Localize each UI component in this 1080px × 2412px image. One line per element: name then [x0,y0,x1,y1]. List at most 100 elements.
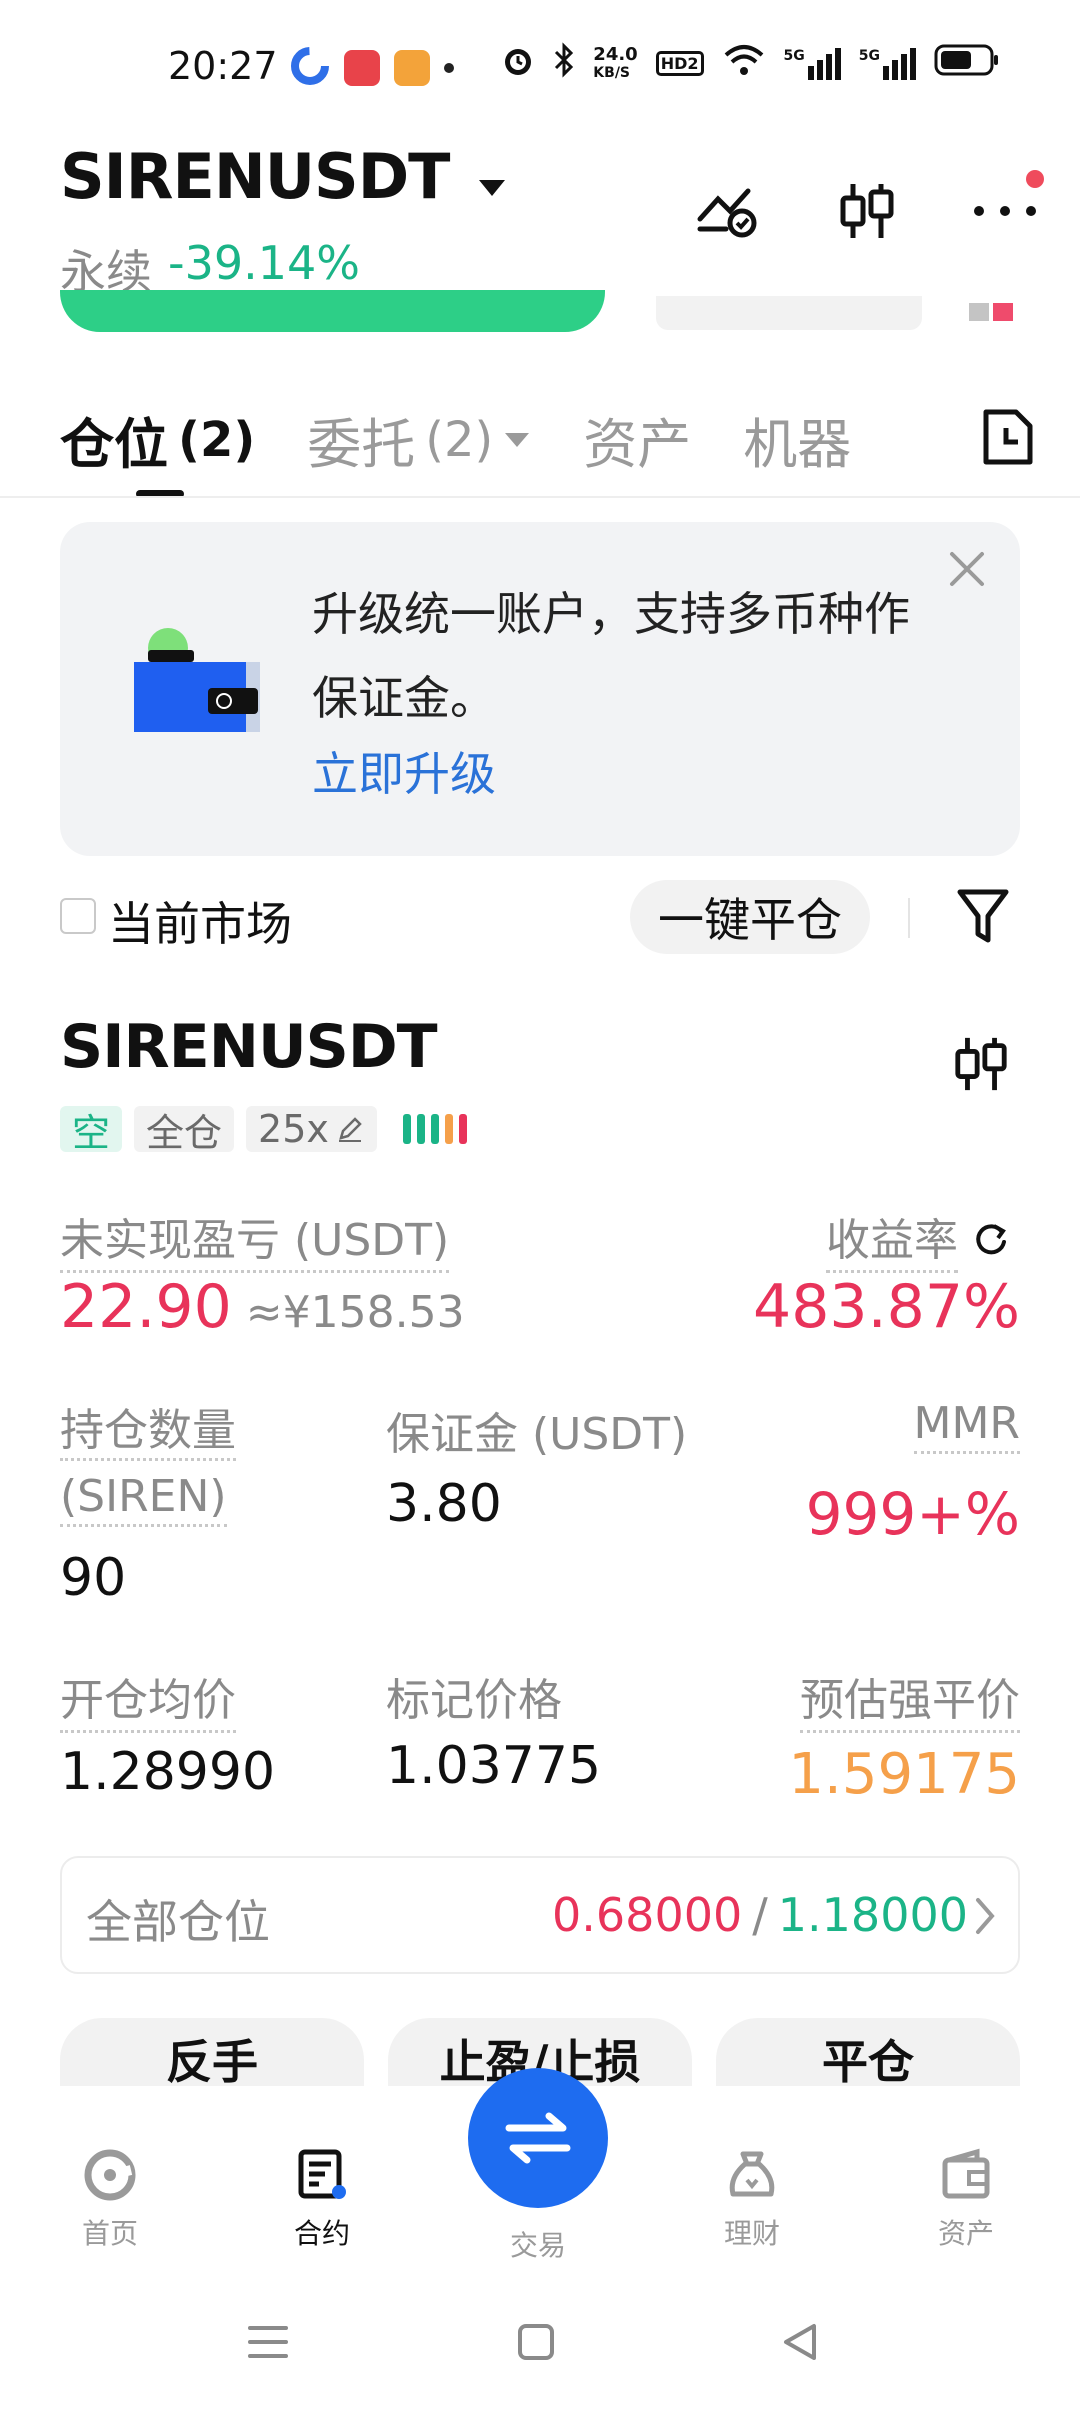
entry-price-value: 1.28990 [60,1742,276,1802]
filter-divider [908,898,910,938]
all-positions-label: 全部仓位 [86,1895,270,1949]
more-button[interactable] [970,170,1044,246]
money-bag-icon [729,2151,775,2197]
wallet-icon [942,2148,990,2199]
close-icon [950,552,984,586]
edit-pencil-icon [338,1117,362,1142]
mmr-label[interactable]: MMR [913,1398,1020,1454]
banner-message: 升级统一账户，支持多币种作保证金。 [312,587,910,725]
position-symbol[interactable]: SIRENUSDT [60,1012,438,1082]
upgrade-now-link[interactable]: 立即升级 [312,738,496,804]
orderbook-mini-icon [962,298,1020,326]
tab-positions[interactable]: 仓位 (2) [60,400,255,479]
nav-earn[interactable]: 理财 [682,2148,822,2252]
qty-value: 90 [60,1548,127,1608]
entry-price-label[interactable]: 开仓均价 [60,1664,236,1733]
candlestick-icon [840,184,894,238]
chevron-down-icon [505,432,530,447]
app-c-icon [290,46,330,90]
pair-selector[interactable]: SIRENUSDT [60,140,507,213]
chevron-right-icon [974,1896,996,1940]
candlestick-icon [955,1037,1007,1091]
nav-trade-label: 交易 [509,2229,566,2262]
signal-2-icon: 5G [859,47,916,80]
upnl-block: 22.90 ≈¥158.53 [60,1272,465,1342]
tab-bots[interactable]: 机器 [743,400,851,479]
adl-indicator [402,1114,467,1144]
tab-assets[interactable]: 资产 [583,400,691,479]
app-video-icon [344,50,380,86]
square-icon [518,2324,554,2360]
nav-futures[interactable]: 合约 [252,2148,392,2252]
back-system-button[interactable] [780,2322,820,2366]
trade-fab-button[interactable] [468,2068,608,2208]
position-chart-button[interactable] [952,1034,1010,1098]
liq-price-value: 1.59175 [788,1742,1020,1807]
side-tag: 空 [60,1106,123,1155]
document-clock-icon [983,409,1033,465]
position-tabs: 仓位 (2) 委托 (2) 资产 机器 [60,400,851,479]
wallet-illustration-icon [128,628,268,742]
mark-price-label: 标记价格 [386,1675,562,1726]
nav-assets[interactable]: 资产 [896,2148,1036,2252]
home-system-button[interactable] [516,2322,556,2366]
upnl-label[interactable]: 未实现盈亏 (USDT) [60,1204,450,1273]
back-triangle-icon [784,2324,816,2360]
more-notifications-dot [444,63,454,73]
notification-dot [1026,170,1044,188]
margin-value: 3.80 [386,1474,502,1534]
home-logo-icon [84,2149,136,2201]
margin-label: 保证金 (USDT) [386,1409,688,1460]
tab-divider [0,496,1080,498]
nav-home[interactable]: 首页 [40,2148,180,2252]
all-positions-values: 0.68000 / 1.18000 [552,1888,968,1942]
status-app-icons [290,46,454,90]
status-time: 20:27 [168,44,278,88]
history-document-button[interactable] [980,406,1036,472]
system-status-icons: 24.0 KB/S HD2 5G 5G [501,42,1000,85]
pair-name: SIRENUSDT [60,140,450,213]
more-dots-icon [974,206,1036,216]
banner-close-button[interactable] [946,548,988,594]
mark-price-value: 1.03775 [386,1736,602,1796]
roe-label: 收益率 [826,1204,958,1273]
current-market-checkbox[interactable] [60,898,96,934]
close-all-button[interactable]: 一键平仓 [630,880,870,954]
refresh-icon [976,1223,1006,1254]
liq-price-label[interactable]: 预估强平价 [800,1664,1020,1733]
all-positions-long: 1.18000 [777,1888,968,1942]
all-positions-separator: / [752,1888,768,1942]
all-positions-short: 0.68000 [552,1888,743,1942]
roe-label-group[interactable]: 收益率 [826,1204,1010,1273]
candlestick-chart-button[interactable] [832,176,902,246]
tab-orders[interactable]: 委托 (2) [307,400,531,479]
battery-icon [934,44,1000,83]
price-field-remnant [656,296,922,330]
trend-alert-icon [697,188,757,238]
hd-badge: HD2 [655,51,704,76]
price-alert-button[interactable] [694,176,764,246]
qty-label[interactable]: 持仓数量 (SIREN) [60,1398,236,1530]
filter-button[interactable] [956,886,1010,950]
header-actions [694,170,1044,246]
current-market-label: 当前市场 [108,897,292,951]
funnel-icon [957,889,1009,943]
swap-arrows-icon [505,2112,571,2164]
margin-mode-tag: 全仓 [134,1106,235,1155]
recents-menu-button[interactable] [246,2322,290,2366]
futures-doc-icon [298,2149,346,2199]
position-tags: 空 全仓 25x [60,1106,467,1155]
leverage-tag[interactable]: 25x [246,1106,377,1152]
dropdown-triangle-icon [477,140,507,213]
alarm-icon [501,42,535,85]
upnl-cny: ≈¥158.53 [245,1287,465,1338]
order-button-remnant [60,290,605,332]
app-player-icon [394,50,430,86]
net-speed: 24.0 KB/S [593,43,638,81]
menu-lines-icon [248,2326,288,2358]
signal-1-icon: 5G [784,47,841,80]
wifi-icon [722,43,766,84]
upnl-value: 22.90 [60,1272,232,1342]
mmr-value: 999+% [805,1480,1020,1548]
roe-value: 483.87% [753,1272,1020,1342]
